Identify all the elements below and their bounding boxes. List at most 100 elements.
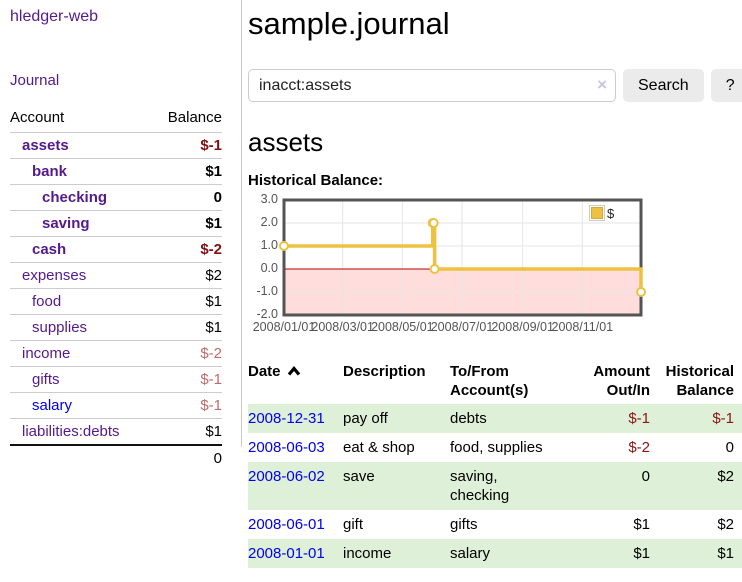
- chart-title: Historical Balance:: [248, 172, 742, 189]
- sidebar: hledger-web Journal Account Balance asse…: [0, 0, 242, 447]
- account-link-expenses[interactable]: expenses: [22, 267, 86, 284]
- account-row: gifts $-1: [10, 367, 222, 393]
- account-row: assets $-1: [10, 133, 222, 159]
- x-axis-tick-label: 2008/01/01: [253, 320, 316, 334]
- account-balance: $-1: [152, 393, 222, 419]
- account-balance: $2: [152, 263, 222, 289]
- transaction-date-link[interactable]: 2008-06-02: [248, 468, 325, 485]
- transaction-accounts: debts: [450, 404, 586, 433]
- transaction-description: gift: [343, 510, 450, 539]
- transaction-amount: $1: [586, 510, 658, 539]
- register-table: Date Description To/From Account(s) Amou…: [248, 358, 742, 568]
- y-axis-tick-label: 2.0: [248, 215, 278, 230]
- transaction-amount: $-1: [586, 404, 658, 433]
- transaction-balance: $1: [658, 539, 742, 568]
- register-header-accounts: To/From Account(s): [450, 358, 586, 404]
- search-input-wrap: ×: [248, 69, 616, 102]
- register-header-date[interactable]: Date: [248, 358, 343, 404]
- transaction-balance: 0: [658, 433, 742, 462]
- account-row: liabilities:debts $1: [10, 419, 222, 446]
- y-axis-tick-label: 3.0: [248, 192, 278, 207]
- transaction-balance: $-1: [658, 404, 742, 433]
- account-balance: 0: [152, 185, 222, 211]
- account-link-salary[interactable]: salary: [32, 397, 72, 414]
- account-row: income $-2: [10, 341, 222, 367]
- register-row: 2008-06-02savesaving, checking0$2: [248, 462, 742, 510]
- help-button[interactable]: ?: [711, 69, 742, 102]
- transaction-accounts: salary: [450, 539, 586, 568]
- sort-ascending-icon: [287, 366, 301, 376]
- account-balance: $-2: [152, 237, 222, 263]
- transaction-date-link[interactable]: 2008-06-01: [248, 516, 325, 533]
- account-link-gifts[interactable]: gifts: [32, 371, 60, 388]
- transaction-balance: $2: [658, 510, 742, 539]
- account-row: cash $-2: [10, 237, 222, 263]
- account-row: bank $1: [10, 159, 222, 185]
- transaction-accounts: food, supplies: [450, 433, 586, 462]
- accounts-header-balance: Balance: [152, 107, 222, 133]
- transaction-description: eat & shop: [343, 433, 450, 462]
- account-row: expenses $2: [10, 263, 222, 289]
- account-link-supplies[interactable]: supplies: [32, 319, 87, 336]
- register-row: 2008-06-03 eat & shopfood, supplies$-20: [248, 433, 742, 462]
- main-content: sample.journal × Search ? assets Histori…: [248, 0, 742, 568]
- x-axis-tick-label: 2008/03/01: [311, 320, 374, 334]
- register-row: 2008-06-01giftgifts$1$2: [248, 510, 742, 539]
- transaction-amount: $1: [586, 539, 658, 568]
- historical-balance-chart: $ 3.02.01.00.0-1.0-2.02008/01/012008/03/…: [248, 192, 648, 338]
- account-link-food[interactable]: food: [32, 293, 61, 310]
- account-link-liabilities:debts[interactable]: liabilities:debts: [22, 423, 120, 440]
- account-link-checking[interactable]: checking: [42, 189, 107, 206]
- clear-search-icon[interactable]: ×: [597, 75, 607, 95]
- account-row: checking 0: [10, 185, 222, 211]
- series-color-swatch: [589, 205, 605, 221]
- x-axis-tick-label: 2008/11/01: [551, 320, 613, 334]
- account-balance: $1: [152, 211, 222, 237]
- account-balance: $-1: [152, 133, 222, 159]
- y-axis-tick-label: 0.0: [248, 261, 278, 276]
- account-link-bank[interactable]: bank: [32, 163, 67, 180]
- accounts-header-account: Account: [10, 107, 152, 133]
- account-balance: $-1: [152, 367, 222, 393]
- app-title-link[interactable]: hledger-web: [10, 8, 232, 26]
- register-table-body: 2008-12-31pay offdebts$-1$-12008-06-03ea…: [248, 404, 742, 568]
- account-link-saving[interactable]: saving: [42, 215, 90, 232]
- register-header-description: Description: [343, 358, 450, 404]
- search-button[interactable]: Search: [623, 69, 704, 102]
- register-header-balance: Historical Balance: [658, 358, 742, 404]
- account-row: food $1: [10, 289, 222, 315]
- search-bar: × Search ?: [248, 69, 742, 102]
- transaction-date-link[interactable]: 2008-06-03: [248, 439, 325, 456]
- account-link-cash[interactable]: cash: [32, 241, 66, 258]
- transaction-date-link[interactable]: 2008-01-01: [248, 545, 325, 562]
- transaction-description: save: [343, 462, 450, 510]
- sidebar-item-journal[interactable]: Journal: [10, 72, 59, 89]
- x-axis-tick-label: 2008/09/01: [491, 320, 554, 334]
- account-balance: $1: [152, 289, 222, 315]
- register-header-amount: Amount Out/In: [586, 358, 658, 404]
- search-input[interactable]: [248, 69, 616, 102]
- account-balance: $1: [152, 315, 222, 341]
- transaction-description: pay off: [343, 404, 450, 433]
- account-balance: $1: [152, 419, 222, 446]
- x-axis-tick-label: 2008/07/01: [431, 320, 494, 334]
- account-row: salary $-1: [10, 393, 222, 419]
- y-axis-tick-label: 1.0: [248, 238, 278, 253]
- transaction-date-link[interactable]: 2008-12-31: [248, 410, 325, 427]
- register-row: 2008-12-31pay offdebts$-1$-1: [248, 404, 742, 433]
- account-balance: $-2: [152, 341, 222, 367]
- account-row: supplies $1: [10, 315, 222, 341]
- accounts-total-row: 0: [10, 445, 222, 471]
- legend-label: $: [607, 206, 614, 221]
- account-balance: $1: [152, 159, 222, 185]
- page-title: sample.journal: [248, 6, 742, 42]
- x-axis-tick-label: 2008/05/01: [371, 320, 434, 334]
- register-header-row: Date Description To/From Account(s) Amou…: [248, 358, 742, 404]
- account-link-assets[interactable]: assets: [22, 137, 69, 154]
- transaction-amount: $-2: [586, 433, 658, 462]
- accounts-table-body: assets$-1bank$1checking0saving$1cash$-2e…: [10, 133, 222, 446]
- account-heading: assets: [248, 127, 742, 158]
- y-axis-tick-label: -1.0: [248, 284, 278, 299]
- accounts-total-value: 0: [10, 445, 222, 471]
- account-link-income[interactable]: income: [22, 345, 70, 362]
